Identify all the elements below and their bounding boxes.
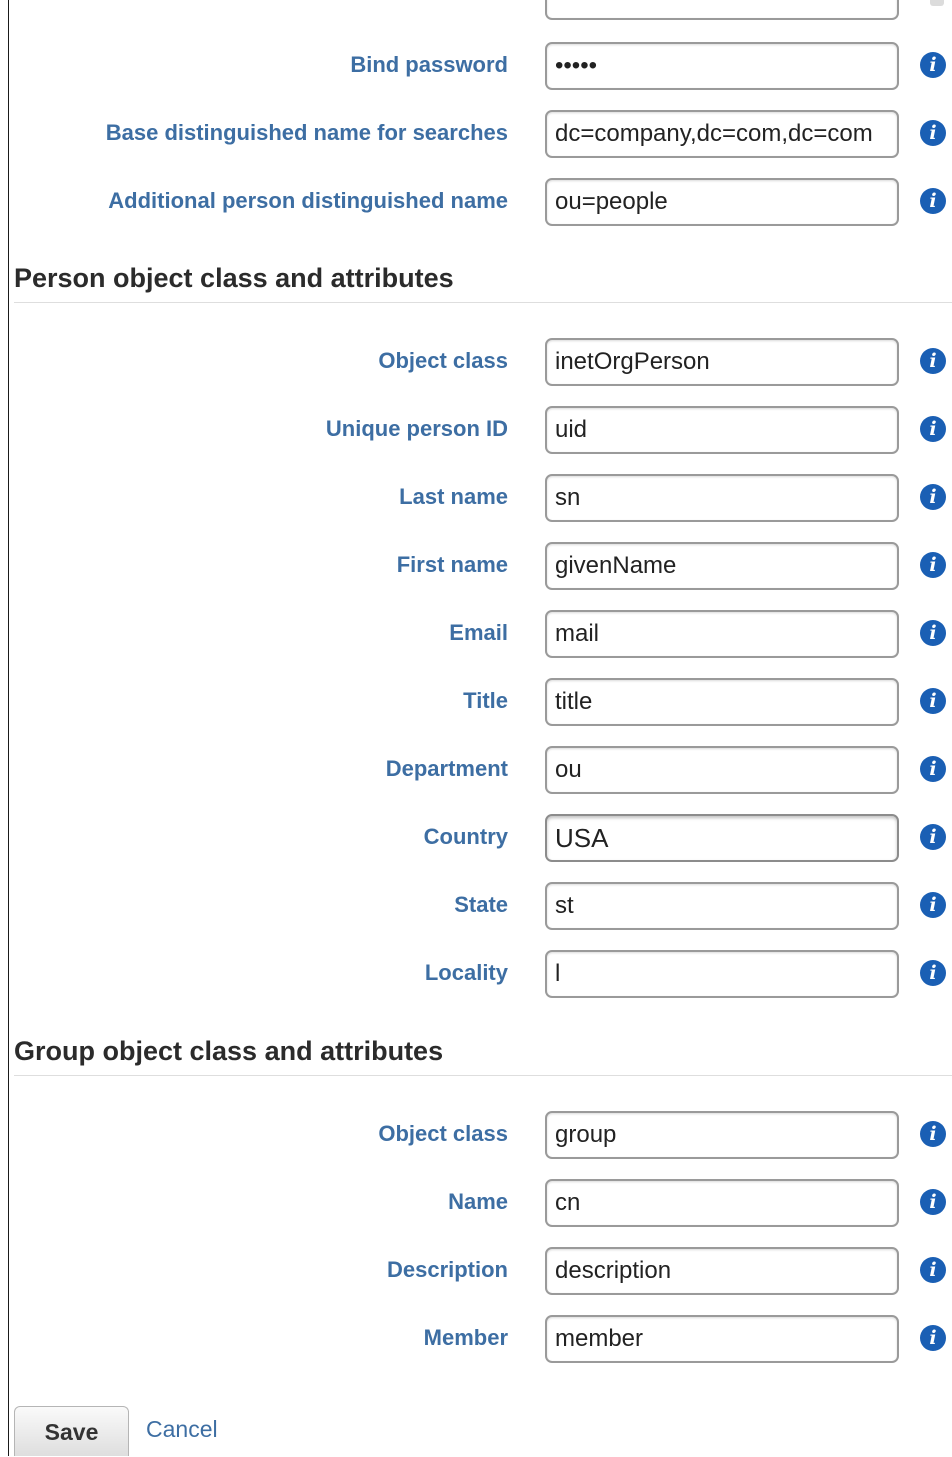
scrollbar-fragment[interactable] xyxy=(930,0,944,6)
info-icon[interactable]: i xyxy=(920,484,946,510)
group-object-class-label: Object class xyxy=(378,1121,508,1146)
bind-password-field[interactable]: ••••• xyxy=(545,42,899,90)
unique-person-id-field[interactable]: uid xyxy=(545,406,899,454)
info-icon[interactable]: i xyxy=(920,52,946,78)
info-icon[interactable]: i xyxy=(920,552,946,578)
first-name-field[interactable]: givenName xyxy=(545,542,899,590)
title-label: Title xyxy=(463,688,508,713)
section-divider xyxy=(14,1075,952,1076)
partial-text-field[interactable] xyxy=(545,0,899,20)
first-name-label: First name xyxy=(396,552,508,577)
group-section-title: Group object class and attributes xyxy=(14,1036,444,1066)
info-icon[interactable]: i xyxy=(920,120,946,146)
country-field[interactable]: USA xyxy=(545,814,899,862)
group-name-label: Name xyxy=(448,1189,508,1214)
save-button[interactable]: Save xyxy=(14,1406,129,1456)
last-name-field[interactable]: sn xyxy=(545,474,899,522)
group-object-class-field[interactable]: group xyxy=(545,1111,899,1159)
country-label: Country xyxy=(423,824,508,849)
locality-label: Locality xyxy=(424,960,508,985)
department-field[interactable]: ou xyxy=(545,746,899,794)
info-icon[interactable]: i xyxy=(920,1189,946,1215)
group-description-field[interactable]: description xyxy=(545,1247,899,1295)
section-divider xyxy=(14,302,952,303)
locality-field[interactable]: l xyxy=(545,950,899,998)
group-description-label: Description xyxy=(386,1257,508,1282)
unique-person-id-label: Unique person ID xyxy=(325,416,508,441)
info-icon[interactable]: i xyxy=(920,892,946,918)
state-label: State xyxy=(454,892,508,917)
info-icon[interactable]: i xyxy=(920,824,946,850)
info-icon[interactable]: i xyxy=(920,688,946,714)
info-icon[interactable]: i xyxy=(920,756,946,782)
base-dn-field[interactable]: dc=company,dc=com,dc=com xyxy=(545,110,899,158)
info-icon[interactable]: i xyxy=(920,960,946,986)
cancel-link[interactable]: Cancel xyxy=(146,1416,218,1443)
person-object-class-label: Object class xyxy=(378,348,508,373)
base-dn-label: Base distinguished name for searches xyxy=(105,120,508,145)
department-label: Department xyxy=(385,756,508,781)
info-icon[interactable]: i xyxy=(920,620,946,646)
person-section-title: Person object class and attributes xyxy=(14,263,454,293)
person-object-class-field[interactable]: inetOrgPerson xyxy=(545,338,899,386)
group-name-field[interactable]: cn xyxy=(545,1179,899,1227)
info-icon[interactable]: i xyxy=(920,1325,946,1351)
title-field[interactable]: title xyxy=(545,678,899,726)
state-field[interactable]: st xyxy=(545,882,899,930)
info-icon[interactable]: i xyxy=(920,188,946,214)
info-icon[interactable]: i xyxy=(920,1121,946,1147)
last-name-label: Last name xyxy=(399,484,508,509)
group-member-field[interactable]: member xyxy=(545,1315,899,1363)
info-icon[interactable]: i xyxy=(920,416,946,442)
email-label: Email xyxy=(449,620,508,645)
left-border xyxy=(8,0,9,1456)
bind-password-label: Bind password xyxy=(350,52,508,77)
additional-person-dn-field[interactable]: ou=people xyxy=(545,178,899,226)
group-member-label: Member xyxy=(423,1325,508,1350)
additional-person-dn-label: Additional person distinguished name xyxy=(108,188,508,213)
info-icon[interactable]: i xyxy=(920,348,946,374)
info-icon[interactable]: i xyxy=(920,1257,946,1283)
email-field[interactable]: mail xyxy=(545,610,899,658)
